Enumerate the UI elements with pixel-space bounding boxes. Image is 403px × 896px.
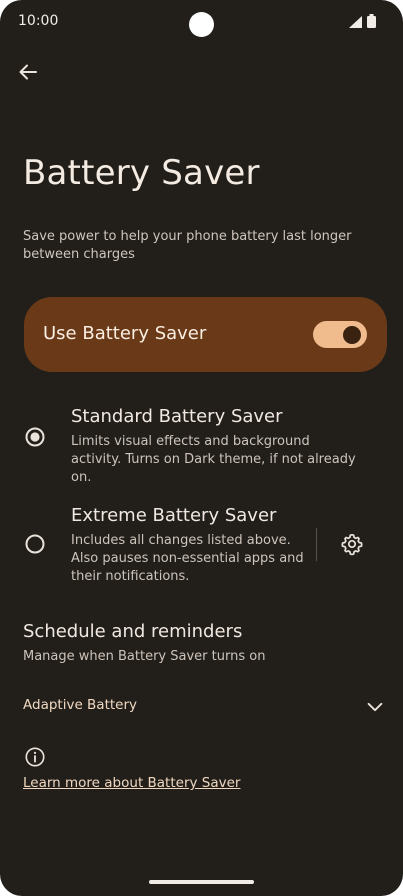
standard-saver-title[interactable]: Standard Battery Saver [71, 406, 283, 427]
schedule-title[interactable]: Schedule and reminders [23, 621, 242, 642]
radio-selected-icon[interactable] [25, 427, 45, 447]
extreme-saver-title[interactable]: Extreme Battery Saver [71, 505, 276, 526]
home-indicator[interactable] [149, 880, 254, 884]
schedule-subtitle: Manage when Battery Saver turns on [23, 649, 266, 664]
battery-icon [367, 14, 376, 28]
extreme-saver-subtitle: Includes all changes listed above. Also … [71, 533, 304, 584]
learn-more-link[interactable]: Learn more about Battery Saver [23, 775, 240, 791]
adaptive-battery-header[interactable]: Adaptive Battery [23, 697, 137, 713]
use-battery-saver-toggle[interactable]: Use Battery Saver [24, 297, 387, 372]
phone-screen: 10:00 Battery Saver Save power to help y… [0, 0, 403, 896]
chevron-down-icon[interactable] [364, 696, 386, 718]
back-arrow-icon[interactable] [16, 60, 40, 84]
switch-thumb [343, 326, 361, 344]
vertical-divider [316, 528, 317, 561]
status-time: 10:00 [18, 13, 59, 29]
standard-saver-subtitle: Limits visual effects and background act… [71, 434, 356, 485]
use-battery-saver-label: Use Battery Saver [43, 323, 207, 344]
camera-cutout [189, 12, 214, 37]
info-icon [25, 747, 45, 767]
radio-unselected-icon[interactable] [25, 534, 45, 554]
page-title: Battery Saver [23, 153, 260, 193]
page-description: Save power to help your phone battery la… [23, 229, 352, 262]
battery-saver-switch[interactable] [313, 321, 367, 348]
status-bar: 10:00 [0, 0, 403, 44]
signal-icon [349, 16, 362, 28]
gear-icon[interactable] [340, 532, 364, 556]
